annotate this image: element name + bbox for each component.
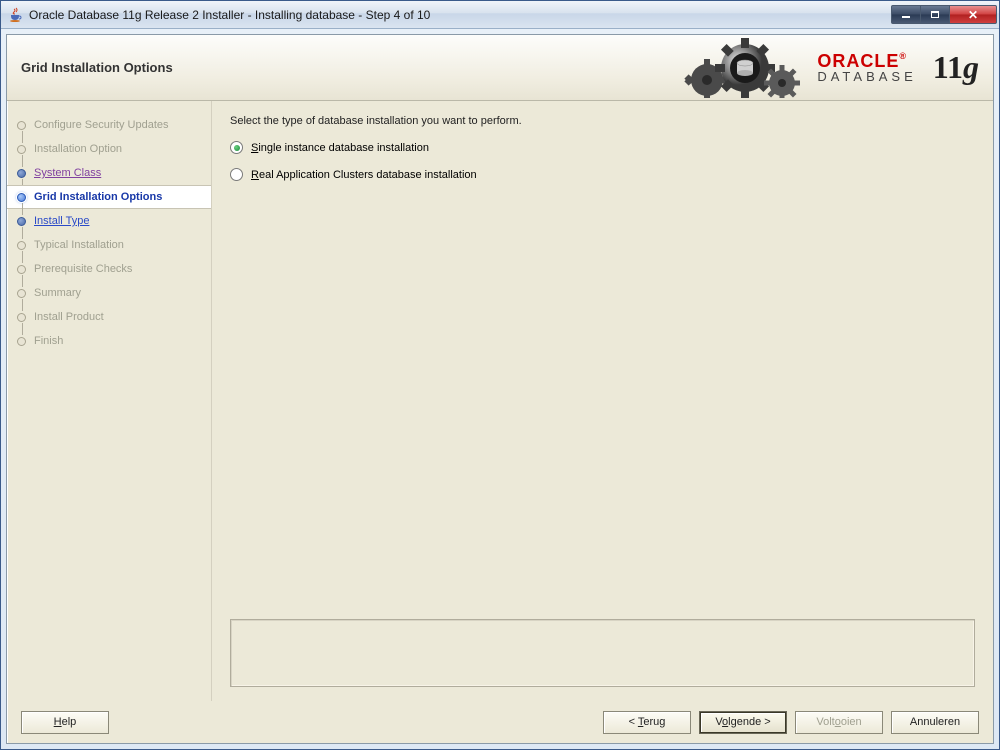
step-install-product: Install Product (7, 305, 211, 329)
message-area (230, 619, 975, 687)
brand-database: DATABASE (817, 70, 916, 83)
button-bar: Help < Terug Volgende > Voltooien Annule… (7, 701, 993, 743)
prompt-text: Select the type of database installation… (230, 115, 975, 127)
step-installation-option: Installation Option (7, 137, 211, 161)
step-node-icon (17, 241, 26, 250)
step-label: Grid Installation Options (34, 191, 162, 203)
step-finish: Finish (7, 329, 211, 353)
radio-option[interactable]: Real Application Clusters database insta… (230, 168, 975, 181)
radio-icon[interactable] (230, 141, 243, 154)
help-button[interactable]: Help (21, 711, 109, 734)
step-configure-security-updates: Configure Security Updates (7, 113, 211, 137)
installer-window: Oracle Database 11g Release 2 Installer … (0, 0, 1000, 750)
step-label: Installation Option (34, 143, 122, 155)
step-node-icon (17, 313, 26, 322)
step-node-icon (17, 289, 26, 298)
gears-graphic (677, 38, 807, 98)
step-label: Install Type (34, 215, 89, 227)
brand-version: 11g (933, 49, 979, 86)
step-summary: Summary (7, 281, 211, 305)
step-label: Prerequisite Checks (34, 263, 132, 275)
install-type-radio-group: Single instance database installation Rea… (230, 141, 975, 195)
header: Grid Installation Options (7, 35, 993, 101)
page-title: Grid Installation Options (7, 60, 173, 75)
step-node-icon (17, 121, 26, 130)
step-label: Summary (34, 287, 81, 299)
step-prerequisite-checks: Prerequisite Checks (7, 257, 211, 281)
step-node-icon (17, 217, 26, 226)
step-node-icon (17, 169, 26, 178)
step-node-icon (17, 337, 26, 346)
step-typical-installation: Typical Installation (7, 233, 211, 257)
body: Configure Security Updates Installation O… (7, 101, 993, 701)
step-node-icon (17, 145, 26, 154)
step-label: Install Product (34, 311, 104, 323)
brand-oracle: ORACLE® (817, 52, 907, 70)
minimize-button[interactable] (891, 5, 921, 24)
radio-icon[interactable] (230, 168, 243, 181)
step-label: Typical Installation (34, 239, 124, 251)
step-label: System Class (34, 167, 101, 179)
next-button[interactable]: Volgende > (699, 711, 787, 734)
radio-option[interactable]: Single instance database installation (230, 141, 975, 154)
finish-button: Voltooien (795, 711, 883, 734)
cancel-button[interactable]: Annuleren (891, 711, 979, 734)
java-icon (7, 7, 23, 23)
maximize-button[interactable] (920, 5, 950, 24)
titlebar[interactable]: Oracle Database 11g Release 2 Installer … (1, 1, 999, 29)
step-system-class[interactable]: System Class (7, 161, 211, 185)
window-controls: ✕ (892, 5, 997, 24)
step-install-type[interactable]: Install Type (7, 209, 211, 233)
content-frame: Grid Installation Options (6, 34, 994, 744)
window-title: Oracle Database 11g Release 2 Installer … (29, 8, 892, 22)
radio-label: Single instance database installation (251, 142, 429, 154)
close-button[interactable]: ✕ (949, 5, 997, 24)
radio-label: Real Application Clusters database insta… (251, 169, 477, 181)
step-grid-installation-options: Grid Installation Options (7, 185, 211, 209)
step-label: Finish (34, 335, 63, 347)
step-node-icon (17, 193, 26, 202)
brand-area: ORACLE® DATABASE 11g (677, 38, 993, 98)
step-node-icon (17, 265, 26, 274)
back-button[interactable]: < Terug (603, 711, 691, 734)
step-label: Configure Security Updates (34, 119, 169, 131)
brand-text: ORACLE® DATABASE (817, 52, 916, 83)
steps-sidebar: Configure Security Updates Installation O… (7, 101, 212, 701)
main-pane: Select the type of database installation… (212, 101, 993, 701)
